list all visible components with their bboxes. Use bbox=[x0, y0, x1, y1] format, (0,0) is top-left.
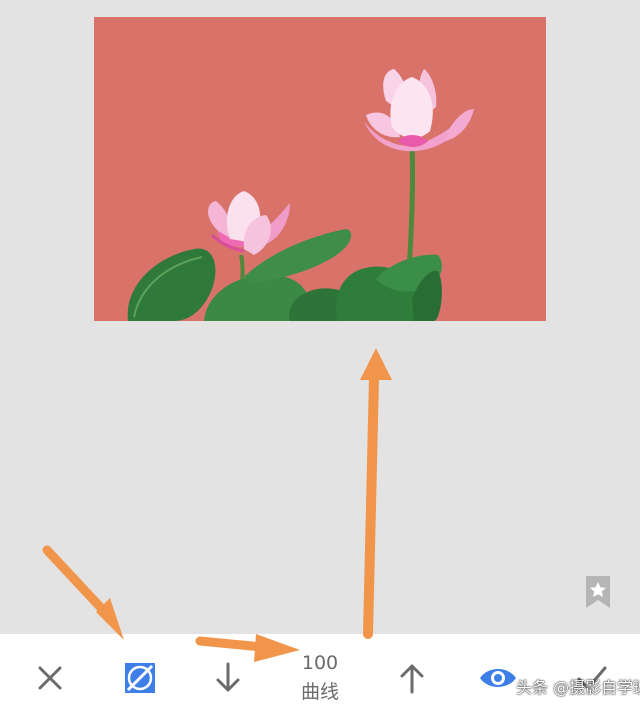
curve-label: 曲线 bbox=[300, 681, 339, 703]
auto-adjust-icon[interactable] bbox=[120, 658, 160, 698]
edit-toolbar: 100 曲线 bbox=[0, 634, 640, 713]
photo-canvas bbox=[0, 0, 640, 634]
curve-value: 100 bbox=[301, 652, 339, 674]
lotus-photo bbox=[94, 17, 546, 321]
bookmark-star-icon[interactable] bbox=[584, 576, 612, 608]
arrow-down-icon[interactable] bbox=[208, 658, 248, 698]
arrow-up-icon[interactable] bbox=[392, 658, 432, 698]
eye-icon[interactable] bbox=[478, 658, 518, 698]
close-icon[interactable] bbox=[30, 658, 70, 698]
watermark: 头条 @摄影自学班 bbox=[516, 678, 640, 697]
